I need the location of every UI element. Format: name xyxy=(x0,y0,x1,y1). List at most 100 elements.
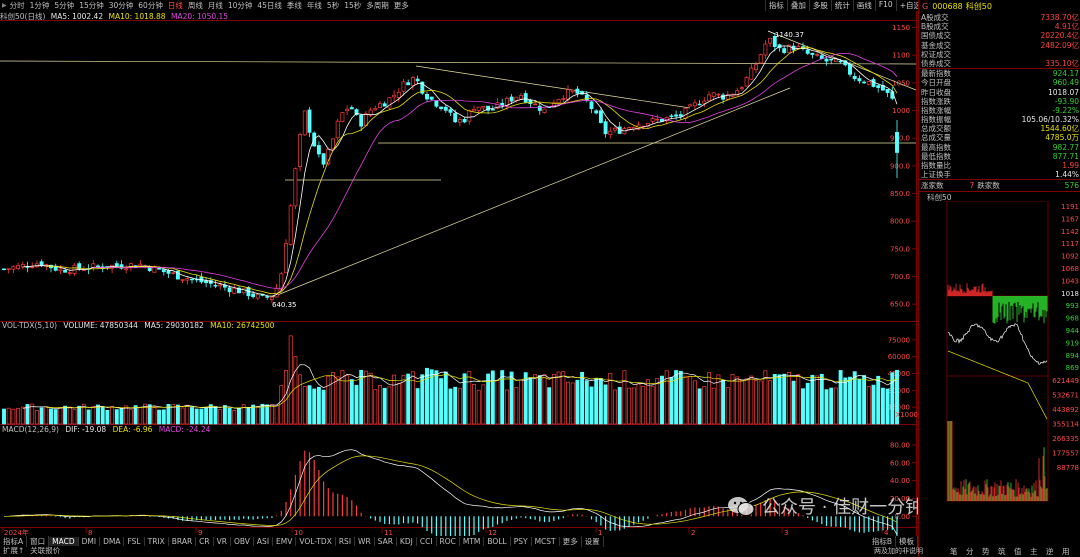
indicator-template-tab[interactable]: 指标B xyxy=(869,535,896,547)
candle-body xyxy=(509,96,514,102)
candle-body xyxy=(866,81,871,85)
candle-body xyxy=(754,64,758,71)
date-tick-label: 2 xyxy=(691,529,695,536)
bottom-link[interactable]: 扩展↑ xyxy=(0,545,27,556)
candle-body xyxy=(481,105,486,109)
candlesticks xyxy=(2,33,899,304)
indicator-tab[interactable]: 更多 xyxy=(560,535,582,547)
volume-bar xyxy=(307,385,312,425)
candle-body xyxy=(349,107,354,110)
stat-value: 1.99 xyxy=(1062,161,1079,170)
indicator-tab[interactable]: FSL xyxy=(124,536,145,546)
stat-label: A股成交 xyxy=(921,13,949,22)
indicator-tab[interactable]: VR xyxy=(214,536,231,546)
intraday-mini-chart[interactable]: 1191 1167 1142 1117 1092 1068 1043 1018 993 968 94… xyxy=(919,200,1080,513)
volume-bar xyxy=(862,375,867,425)
candle-body xyxy=(476,106,481,111)
volume-bar xyxy=(866,386,871,425)
candle-body xyxy=(453,113,458,123)
price-tick-label: 850.0 xyxy=(890,190,910,198)
candle-body xyxy=(307,109,312,133)
candle-body xyxy=(340,112,345,123)
indicator-tab[interactable]: KDJ xyxy=(397,536,417,546)
candle-body xyxy=(180,279,185,281)
candle-body xyxy=(575,88,580,94)
candle-body xyxy=(702,100,707,104)
volume-bar xyxy=(777,374,782,425)
volume-bar xyxy=(730,374,735,425)
trend-line xyxy=(269,87,791,299)
panel-bottom-tab[interactable]: 主 xyxy=(1030,546,1038,557)
panel-bottom-tab[interactable]: 笔 xyxy=(950,546,958,557)
volume-bar xyxy=(801,388,805,425)
panel-bottom-tab[interactable]: 分 xyxy=(966,546,974,557)
candle-body xyxy=(321,153,326,165)
panel-bottom-tab[interactable]: 逆 xyxy=(1046,546,1054,557)
indicator-tab[interactable]: OBV xyxy=(231,536,254,546)
stat-label: 昨日收盘 xyxy=(921,87,951,97)
volume-bar xyxy=(279,385,284,425)
volume-bar xyxy=(490,370,495,425)
indicator-tab[interactable]: ASI xyxy=(254,536,274,546)
indicator-tab[interactable]: BOLL xyxy=(484,536,511,546)
candle-body xyxy=(570,89,575,93)
mini-volume-label: 532671 xyxy=(1052,392,1079,400)
stat-value: 7338.70亿 xyxy=(1040,13,1079,22)
indicator-tab[interactable]: 设置 xyxy=(582,535,604,547)
mini-volume-label: 443892 xyxy=(1052,406,1079,414)
volume-bar xyxy=(119,408,124,425)
indicator-tab[interactable]: DMI xyxy=(79,536,101,546)
panel-bottom-tab[interactable]: 值 xyxy=(1014,546,1022,557)
volume-bar xyxy=(566,381,570,425)
indicator-tab[interactable]: WR xyxy=(355,536,375,546)
panel-bottom-tab[interactable]: 势 xyxy=(982,546,990,557)
volume-bar xyxy=(175,404,180,425)
stat-label: 国债成交 xyxy=(921,31,951,41)
candle-body xyxy=(533,103,538,106)
candle-body xyxy=(284,243,288,274)
indicator-tab[interactable]: TRIX xyxy=(145,536,169,546)
price-tick-label: 1000 xyxy=(892,107,910,115)
volume-bar xyxy=(133,405,138,425)
volume-bar xyxy=(354,384,359,425)
indicator-tab[interactable]: PSY xyxy=(511,536,532,546)
indicator-tab[interactable]: DMA xyxy=(100,536,125,546)
indicator-tab[interactable]: MCST xyxy=(532,536,560,546)
indicator-tab[interactable]: ROC xyxy=(437,536,460,546)
candle-body xyxy=(251,293,256,298)
mini-price-label: 1167 xyxy=(1061,216,1079,224)
stat-row: 债券成交 335.10亿 xyxy=(919,59,1080,68)
stat-label: 指数涨跌 xyxy=(921,96,951,106)
down-count: 576 xyxy=(1064,181,1079,191)
volume-bar xyxy=(246,406,251,425)
indicator-tab[interactable]: CR xyxy=(196,536,214,546)
mini-price-label: 1092 xyxy=(1061,253,1079,261)
indicator-template-tab[interactable]: 模板 xyxy=(896,535,918,547)
candle-body xyxy=(448,109,453,113)
indicator-tab[interactable]: RSI xyxy=(336,536,356,546)
bottom-link[interactable]: 关联报价 xyxy=(27,545,63,556)
indicator-tab[interactable]: EMV xyxy=(273,536,297,546)
indicator-tab[interactable]: SAR xyxy=(375,536,397,546)
candle-body xyxy=(566,89,570,100)
candle-body xyxy=(758,54,763,64)
indicator-tab[interactable]: MTM xyxy=(460,536,485,546)
indicator-tab[interactable]: VOL-TDX xyxy=(296,536,336,546)
indicator-tab[interactable]: CCI xyxy=(417,536,437,546)
kline-chart[interactable]: 1150 1100 1050 1000 950.0 900.0 850.0 800.0 750.… xyxy=(0,0,918,536)
volume-bar xyxy=(269,404,274,425)
volume-bar xyxy=(476,389,481,425)
macd-dif-label: DIF: -19.08 xyxy=(65,425,106,434)
indicator-tab[interactable]: BRAR xyxy=(169,536,197,546)
candle-body xyxy=(829,58,834,61)
volume-bar xyxy=(655,378,660,425)
candle-body xyxy=(345,108,350,112)
panel-bottom-tab[interactable]: 筑 xyxy=(998,546,1006,557)
candle-body xyxy=(537,105,542,111)
panel-bottom-tab[interactable]: 用 xyxy=(1062,546,1070,557)
candle-body xyxy=(439,106,444,109)
volume-bar xyxy=(194,408,199,425)
volume-bar xyxy=(504,389,509,425)
stat-row: 权证成交 xyxy=(919,50,1080,59)
macd-tick-label: 80.00 xyxy=(890,441,910,449)
